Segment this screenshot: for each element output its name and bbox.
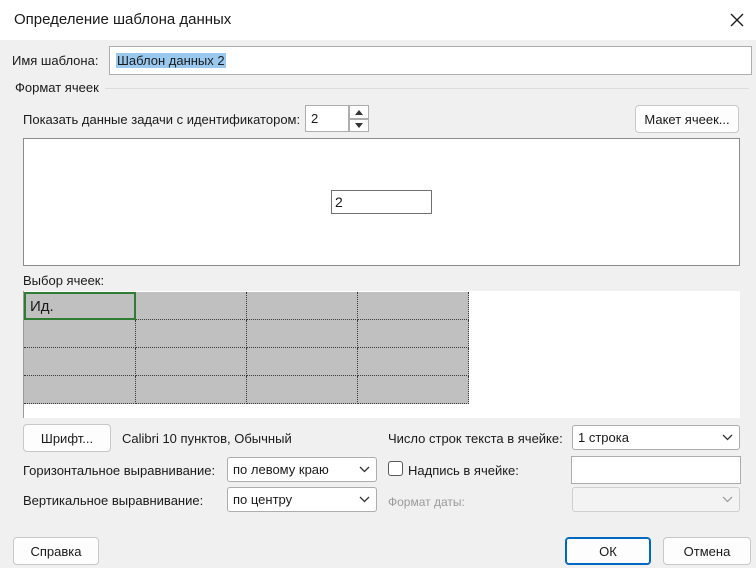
caption-checkbox[interactable] (388, 461, 403, 476)
grid-cell[interactable] (24, 376, 136, 404)
grid-cell-selected[interactable]: Ид. (24, 292, 136, 320)
ok-button[interactable]: ОК (565, 537, 651, 565)
grid-cell-text: Ид. (30, 298, 54, 315)
date-format-select (572, 487, 740, 512)
arrow-down-icon (355, 123, 363, 128)
font-button[interactable]: Шрифт... (23, 424, 111, 452)
cancel-button[interactable]: Отмена (663, 537, 751, 565)
caption-label: Надпись в ячейке: (408, 463, 519, 478)
template-name-label: Имя шаблона: (12, 53, 99, 68)
grid-cell[interactable] (247, 376, 358, 404)
preview-cell: 2 (331, 190, 432, 214)
spin-up-button[interactable] (349, 105, 369, 119)
close-button[interactable] (722, 6, 752, 34)
grid-left-border (23, 291, 24, 418)
template-name-input[interactable]: Шаблон данных 2 (109, 46, 752, 75)
task-id-value: 2 (311, 111, 319, 126)
cell-layout-button[interactable]: Макет ячеек... (635, 105, 739, 133)
template-name-value: Шаблон данных 2 (116, 53, 226, 68)
cell-format-group-label: Формат ячеек (15, 80, 99, 95)
caption-input[interactable] (571, 456, 741, 484)
grid-cell[interactable] (136, 376, 247, 404)
horizontal-align-select[interactable]: по левому краю (227, 457, 377, 482)
grid-cell[interactable] (247, 348, 358, 376)
grid-cell[interactable] (358, 348, 469, 376)
group-divider (105, 88, 749, 89)
rows-select[interactable]: 1 строка (572, 425, 740, 450)
vertical-align-label: Вертикальное выравнивание: (23, 493, 204, 508)
chevron-down-icon (359, 466, 370, 473)
chevron-down-icon (722, 496, 733, 503)
arrow-up-icon (355, 109, 363, 115)
dialog-title: Определение шаблона данных (14, 11, 232, 28)
grid-cell[interactable] (358, 320, 469, 348)
font-description: Calibri 10 пунктов, Обычный (122, 431, 292, 446)
grid-cell[interactable] (358, 376, 469, 404)
task-id-input[interactable]: 2 (305, 105, 349, 132)
help-button[interactable]: Справка (13, 537, 99, 565)
vertical-align-select[interactable]: по центру (227, 487, 377, 512)
grid-cell[interactable] (136, 320, 247, 348)
chevron-down-icon (359, 496, 370, 503)
grid-cell[interactable] (247, 292, 358, 320)
date-format-label: Формат даты: (388, 495, 465, 509)
horizontal-align-label: Горизонтальное выравнивание: (23, 463, 216, 478)
grid-cell[interactable] (24, 320, 136, 348)
cell-selection-grid: Ид. (23, 291, 740, 418)
grid-cell[interactable] (24, 348, 136, 376)
horizontal-align-value: по левому краю (233, 462, 329, 477)
rows-value: 1 строка (578, 430, 629, 445)
cell-selection-label: Выбор ячеек: (23, 273, 105, 288)
vertical-align-value: по центру (233, 492, 293, 507)
rows-label: Число строк текста в ячейке: (388, 431, 563, 446)
close-icon (730, 13, 744, 27)
grid-cell[interactable] (136, 292, 247, 320)
spin-down-button[interactable] (349, 119, 369, 132)
show-task-label: Показать данные задачи с идентификатором… (23, 112, 301, 127)
chevron-down-icon (722, 434, 733, 441)
grid-cell[interactable] (247, 320, 358, 348)
grid-cell[interactable] (358, 292, 469, 320)
grid-cell[interactable] (136, 348, 247, 376)
